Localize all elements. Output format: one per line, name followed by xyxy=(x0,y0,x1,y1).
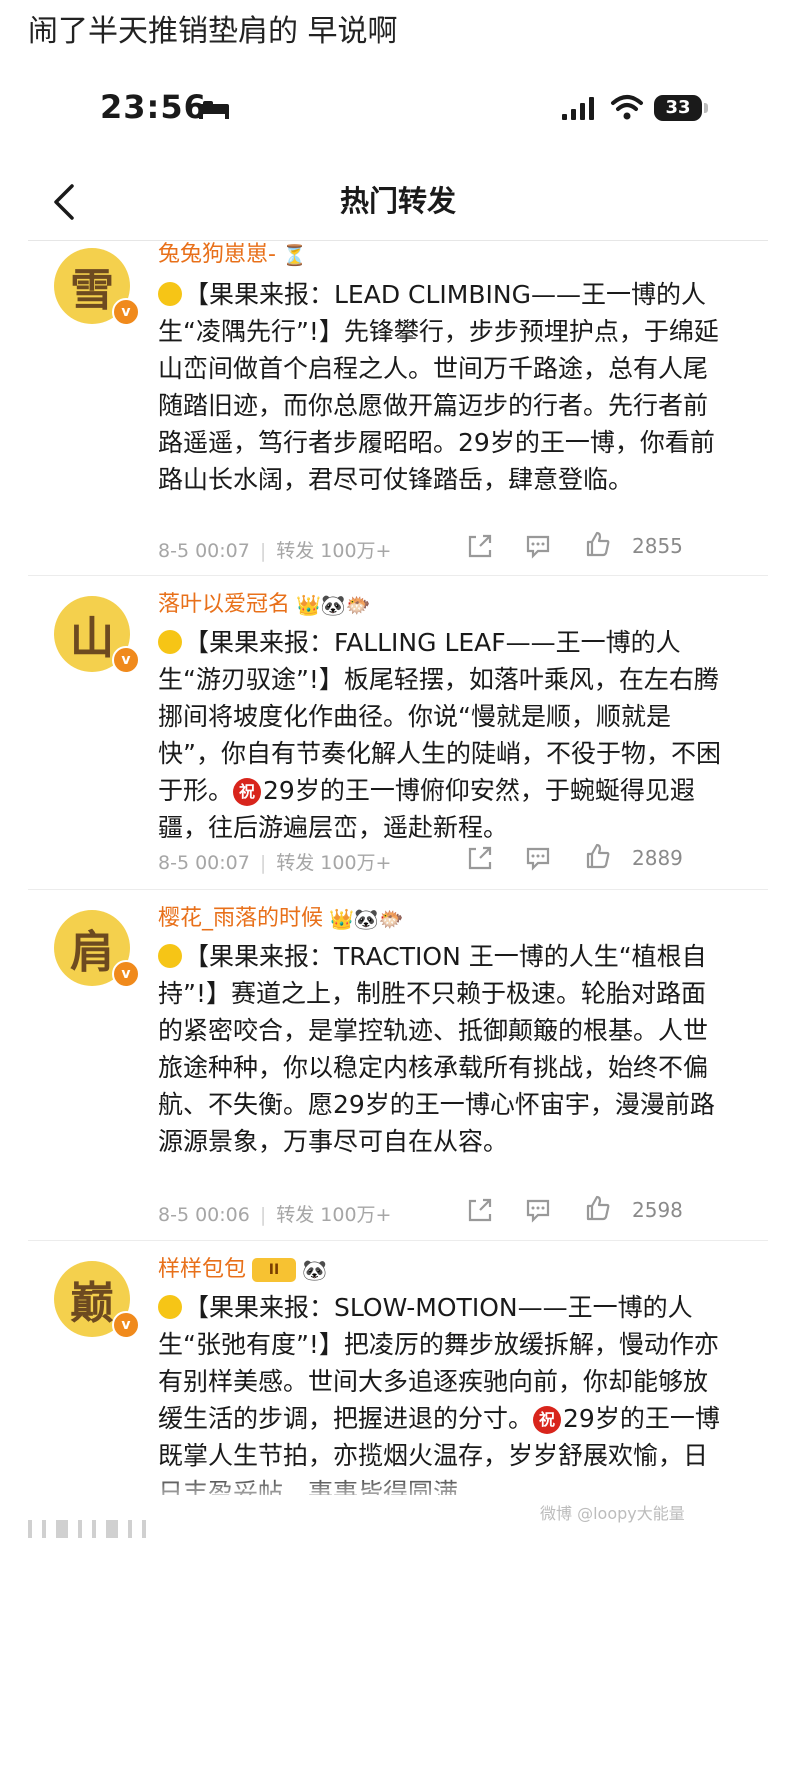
footer-tick xyxy=(106,1520,118,1538)
comment-icon[interactable] xyxy=(524,532,552,560)
username-text[interactable]: 樱花_雨落的时候 xyxy=(158,906,323,931)
post-body: 【果果来报：LEAD CLIMBING——王一博的人生“凌隅先行”!】先锋攀行，… xyxy=(158,276,728,498)
fan-badges-icon: 👑🐼🐡 xyxy=(329,907,404,931)
page-title: 热门转发 xyxy=(339,184,456,218)
footer-decoration xyxy=(28,1520,146,1538)
celebrate-emoji-icon: 祝 xyxy=(533,1406,562,1434)
repost-count: 转发 100万+ xyxy=(276,540,392,562)
verified-badge-icon: v xyxy=(112,1311,140,1339)
footer-tick xyxy=(142,1520,146,1538)
post-body: 【果果来报：SLOW-MOTION——王一博的人生“张弛有度”!】把凌厉的舞步放… xyxy=(158,1289,728,1495)
like-count: 2889 xyxy=(632,846,683,870)
fan-badges-icon: 👑🐼🐡 xyxy=(296,593,371,617)
footer-tick xyxy=(56,1520,68,1538)
post-body: 【果果来报：TRACTION 王一博的人生“植根自持”!】赛道之上，制胜不只赖于… xyxy=(158,938,728,1160)
footer-tick xyxy=(78,1520,82,1538)
nav-bar: 热门转发 xyxy=(28,160,768,241)
username[interactable]: 样样包包 II 🐼 xyxy=(158,1251,327,1283)
username-text[interactable]: 落叶以爱冠名 xyxy=(158,592,290,617)
comment-icon[interactable] xyxy=(524,844,552,872)
footer-tick xyxy=(92,1520,96,1538)
like-count: 2855 xyxy=(632,534,683,558)
verified-badge-icon: v xyxy=(112,298,140,326)
post-meta: 8-5 00:07 | 转发 100万+ xyxy=(158,536,391,563)
post-meta: 8-5 00:07 | 转发 100万+ xyxy=(158,848,391,875)
battery-indicator: 33 xyxy=(654,95,702,121)
hourglass-badge-icon: ⏳ xyxy=(281,243,307,267)
share-icon[interactable] xyxy=(466,844,494,872)
post-card: 雪 v 兔兔狗崽崽- ⏳ 【果果来报：LEAD CLIMBING——王一博的人生“… xyxy=(28,240,768,576)
post-card: 肩 v 樱花_雨落的时候 👑🐼🐡 【果果来报：TRACTION 王一博的人生“植根… xyxy=(28,890,768,1241)
like-icon[interactable] xyxy=(584,1194,612,1222)
share-icon[interactable] xyxy=(466,532,494,560)
post-time: 8-5 00:07 xyxy=(158,852,250,874)
caption-text: 闹了半天推销垫肩的 早说啊 xyxy=(28,14,398,49)
post-time: 8-5 00:06 xyxy=(158,1204,250,1226)
signal-icon xyxy=(562,97,594,120)
wifi-icon xyxy=(611,95,643,120)
footer-tick xyxy=(28,1520,32,1538)
celebrate-emoji-icon: 祝 xyxy=(233,778,262,806)
post-text: 【果果来报：LEAD CLIMBING——王一博的人生“凌隅先行”!】先锋攀行，… xyxy=(158,280,719,494)
repost-feed: 雪 v 兔兔狗崽崽- ⏳ 【果果来报：LEAD CLIMBING——王一博的人生“… xyxy=(28,240,768,1501)
like-icon[interactable] xyxy=(584,530,612,558)
footer-tick xyxy=(128,1520,132,1538)
username[interactable]: 兔兔狗崽崽- ⏳ xyxy=(158,236,307,268)
crown-level-icon: II xyxy=(252,1258,297,1282)
panda-badge-icon: 🐼 xyxy=(302,1258,327,1282)
watermark: 微博 @loopy大能量 xyxy=(540,1504,685,1523)
post-card: 巅 v 样样包包 II 🐼 【果果来报：SLOW-MOTION——王一博的人生“张弛… xyxy=(28,1241,768,1501)
footer-tick xyxy=(42,1520,46,1538)
meta-divider: | xyxy=(259,1204,267,1226)
post-meta: 8-5 00:06 | 转发 100万+ xyxy=(158,1200,391,1227)
verified-badge-icon: v xyxy=(112,646,140,674)
battery-tip xyxy=(704,103,708,113)
like-icon[interactable] xyxy=(584,842,612,870)
username[interactable]: 樱花_雨落的时候 👑🐼🐡 xyxy=(158,900,404,932)
repost-count: 转发 100万+ xyxy=(276,1204,392,1226)
post-time: 8-5 00:07 xyxy=(158,540,250,562)
sun-emoji-icon xyxy=(158,944,182,968)
verified-badge-icon: v xyxy=(112,960,140,988)
status-time: 23:56 xyxy=(100,88,207,126)
post-body: 【果果来报：FALLING LEAF——王一博的人生“游刃驭途”!】板尾轻摆，如… xyxy=(158,624,728,846)
status-bar: 23:56 33 xyxy=(0,88,796,138)
username-text[interactable]: 兔兔狗崽崽- xyxy=(158,242,276,267)
username-text[interactable]: 样样包包 xyxy=(158,1257,246,1282)
comment-icon[interactable] xyxy=(524,1196,552,1224)
like-count: 2598 xyxy=(632,1198,683,1222)
username[interactable]: 落叶以爱冠名 👑🐼🐡 xyxy=(158,586,371,618)
sun-emoji-icon xyxy=(158,1295,182,1319)
sun-emoji-icon xyxy=(158,282,182,306)
meta-divider: | xyxy=(259,540,267,562)
share-icon[interactable] xyxy=(466,1196,494,1224)
post-text: 【果果来报：TRACTION 王一博的人生“植根自持”!】赛道之上，制胜不只赖于… xyxy=(158,942,715,1156)
post-card: 山 v 落叶以爱冠名 👑🐼🐡 【果果来报：FALLING LEAF——王一博的人生… xyxy=(28,576,768,890)
sun-emoji-icon xyxy=(158,630,182,654)
bed-icon xyxy=(199,101,229,119)
meta-divider: | xyxy=(259,852,267,874)
repost-count: 转发 100万+ xyxy=(276,852,392,874)
